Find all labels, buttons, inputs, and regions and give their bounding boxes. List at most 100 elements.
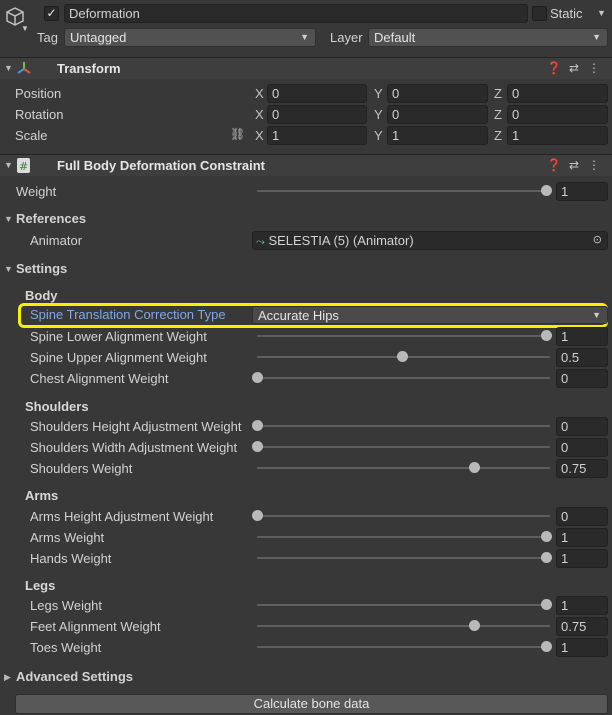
- icon-dropdown-caret[interactable]: ▼: [21, 24, 29, 33]
- setting-slider-value-field[interactable]: 1: [556, 549, 608, 568]
- static-checkbox[interactable]: [532, 6, 547, 21]
- setting-slider-track[interactable]: [257, 335, 550, 337]
- foldout-arrow-icon[interactable]: ▼: [4, 160, 13, 170]
- animator-value: SELESTIA (5) (Animator): [268, 233, 414, 248]
- active-checkbox[interactable]: ✓: [44, 6, 59, 21]
- transform-row-label: Rotation: [15, 107, 64, 122]
- setting-slider-track[interactable]: [257, 604, 550, 606]
- setting-slider-track[interactable]: [257, 446, 550, 448]
- transform-header[interactable]: ▼ Transform ❓ ⇄ ⋮: [0, 57, 612, 79]
- setting-slider-handle[interactable]: [541, 330, 552, 341]
- body-group-label: Body: [25, 288, 58, 303]
- axis-label-x[interactable]: X: [255, 107, 264, 123]
- layer-value: Default: [374, 30, 416, 45]
- axis-label-y[interactable]: Y: [374, 128, 383, 144]
- transform-z-field[interactable]: 0: [507, 84, 608, 103]
- presets-icon[interactable]: ⇄: [564, 158, 584, 172]
- component-header-icons: ❓ ⇄ ⋮: [544, 61, 604, 75]
- setting-label: Spine Lower Alignment Weight: [30, 329, 207, 344]
- setting-slider-handle[interactable]: [252, 372, 263, 383]
- axis-label-y[interactable]: Y: [374, 86, 383, 102]
- axis-label-z[interactable]: Z: [494, 128, 502, 144]
- object-name-field[interactable]: Deformation: [64, 4, 528, 23]
- setting-slider-handle[interactable]: [541, 552, 552, 563]
- setting-slider-value-field[interactable]: 0: [556, 369, 608, 388]
- tag-dropdown[interactable]: Untagged ▼: [64, 28, 316, 47]
- presets-icon[interactable]: ⇄: [564, 61, 584, 75]
- transform-y-field[interactable]: 1: [387, 126, 488, 145]
- constrain-proportions-icon[interactable]: ⛓: [230, 127, 245, 141]
- setting-slider-track[interactable]: [257, 557, 550, 559]
- setting-slider-value-field[interactable]: 0: [556, 438, 608, 457]
- setting-slider-handle[interactable]: [468, 620, 480, 631]
- foldout-arrow-icon[interactable]: ▶: [4, 672, 11, 683]
- kebab-menu-icon[interactable]: ⋮: [584, 61, 604, 75]
- axis-label-x[interactable]: X: [255, 128, 264, 144]
- setting-slider-track[interactable]: [257, 536, 550, 538]
- setting-slider-value-field[interactable]: 0: [556, 417, 608, 436]
- setting-slider-value-field[interactable]: 0.5: [556, 348, 608, 367]
- setting-slider-value-field[interactable]: 1: [556, 528, 608, 547]
- setting-slider-handle[interactable]: [541, 599, 552, 610]
- weight-track[interactable]: [257, 190, 550, 192]
- spine-type-label: Spine Translation Correction Type: [30, 307, 226, 322]
- layer-dropdown[interactable]: Default ▼: [368, 28, 608, 47]
- weight-handle[interactable]: [541, 185, 552, 196]
- setting-slider-track[interactable]: [257, 377, 550, 379]
- transform-y-field[interactable]: 0: [387, 105, 488, 124]
- axis-label-z[interactable]: Z: [494, 86, 502, 102]
- axis-label-y[interactable]: Y: [374, 107, 383, 123]
- setting-slider-value-field[interactable]: 1: [556, 638, 608, 657]
- setting-slider-handle[interactable]: [468, 462, 480, 473]
- animator-object-field[interactable]: ⤳ SELESTIA (5) (Animator) ⊙: [252, 231, 608, 250]
- transform-x-field[interactable]: 0: [267, 84, 367, 103]
- setting-label: Spine Upper Alignment Weight: [30, 350, 207, 365]
- setting-slider-track[interactable]: [257, 467, 550, 469]
- advanced-settings-label[interactable]: Advanced Settings: [16, 669, 133, 685]
- spine-type-dropdown[interactable]: Accurate Hips ▼: [252, 306, 608, 324]
- axis-label-x[interactable]: X: [255, 86, 264, 102]
- setting-slider-handle[interactable]: [396, 351, 408, 362]
- foldout-arrow-icon[interactable]: ▼: [4, 214, 13, 224]
- setting-slider-handle[interactable]: [252, 510, 263, 521]
- settings-label[interactable]: Settings: [16, 261, 67, 277]
- setting-slider-track[interactable]: [257, 625, 550, 627]
- setting-slider-handle[interactable]: [252, 441, 263, 452]
- setting-label: Feet Alignment Weight: [30, 619, 161, 634]
- transform-z-field[interactable]: 1: [507, 126, 608, 145]
- help-icon[interactable]: ❓: [544, 158, 564, 172]
- transform-y-field[interactable]: 0: [387, 84, 488, 103]
- setting-slider-track[interactable]: [257, 515, 550, 517]
- setting-slider-value-field[interactable]: 1: [556, 327, 608, 346]
- setting-slider-value-field[interactable]: 0.75: [556, 459, 608, 478]
- setting-label: Shoulders Height Adjustment Weight: [30, 419, 242, 434]
- setting-slider-handle[interactable]: [541, 531, 552, 542]
- help-icon[interactable]: ❓: [544, 61, 564, 75]
- kebab-menu-icon[interactable]: ⋮: [584, 158, 604, 172]
- setting-slider-value-field[interactable]: 0.75: [556, 617, 608, 636]
- foldout-arrow-icon[interactable]: ▼: [4, 264, 13, 274]
- calculate-bone-data-button[interactable]: Calculate bone data: [15, 694, 608, 714]
- setting-slider-handle[interactable]: [541, 641, 552, 652]
- tag-value: Untagged: [70, 30, 127, 45]
- chevron-down-icon: ▼: [300, 32, 309, 42]
- setting-slider-value-field[interactable]: 0: [556, 507, 608, 526]
- axis-label-z[interactable]: Z: [494, 107, 502, 123]
- constraint-header[interactable]: ▼ # Full Body Deformation Constraint ❓ ⇄ ⋮: [0, 154, 612, 176]
- setting-label: Legs Weight: [30, 598, 103, 613]
- setting-slider-track[interactable]: [257, 646, 550, 648]
- object-picker-icon[interactable]: ⊙: [593, 232, 602, 249]
- foldout-arrow-icon[interactable]: ▼: [4, 63, 13, 73]
- setting-slider-handle[interactable]: [252, 420, 263, 431]
- weight-value-field[interactable]: 1: [556, 182, 608, 201]
- transform-z-field[interactable]: 0: [507, 105, 608, 124]
- static-dropdown-caret[interactable]: ▼: [597, 8, 606, 18]
- svg-text:#: #: [19, 160, 28, 173]
- setting-slider-value-field[interactable]: 1: [556, 596, 608, 615]
- references-label[interactable]: References: [16, 211, 86, 227]
- transform-x-field[interactable]: 0: [267, 105, 367, 124]
- group-label: Legs: [25, 578, 56, 593]
- setting-slider-track[interactable]: [257, 425, 550, 427]
- transform-x-field[interactable]: 1: [267, 126, 367, 145]
- setting-label: Arms Weight: [30, 530, 105, 545]
